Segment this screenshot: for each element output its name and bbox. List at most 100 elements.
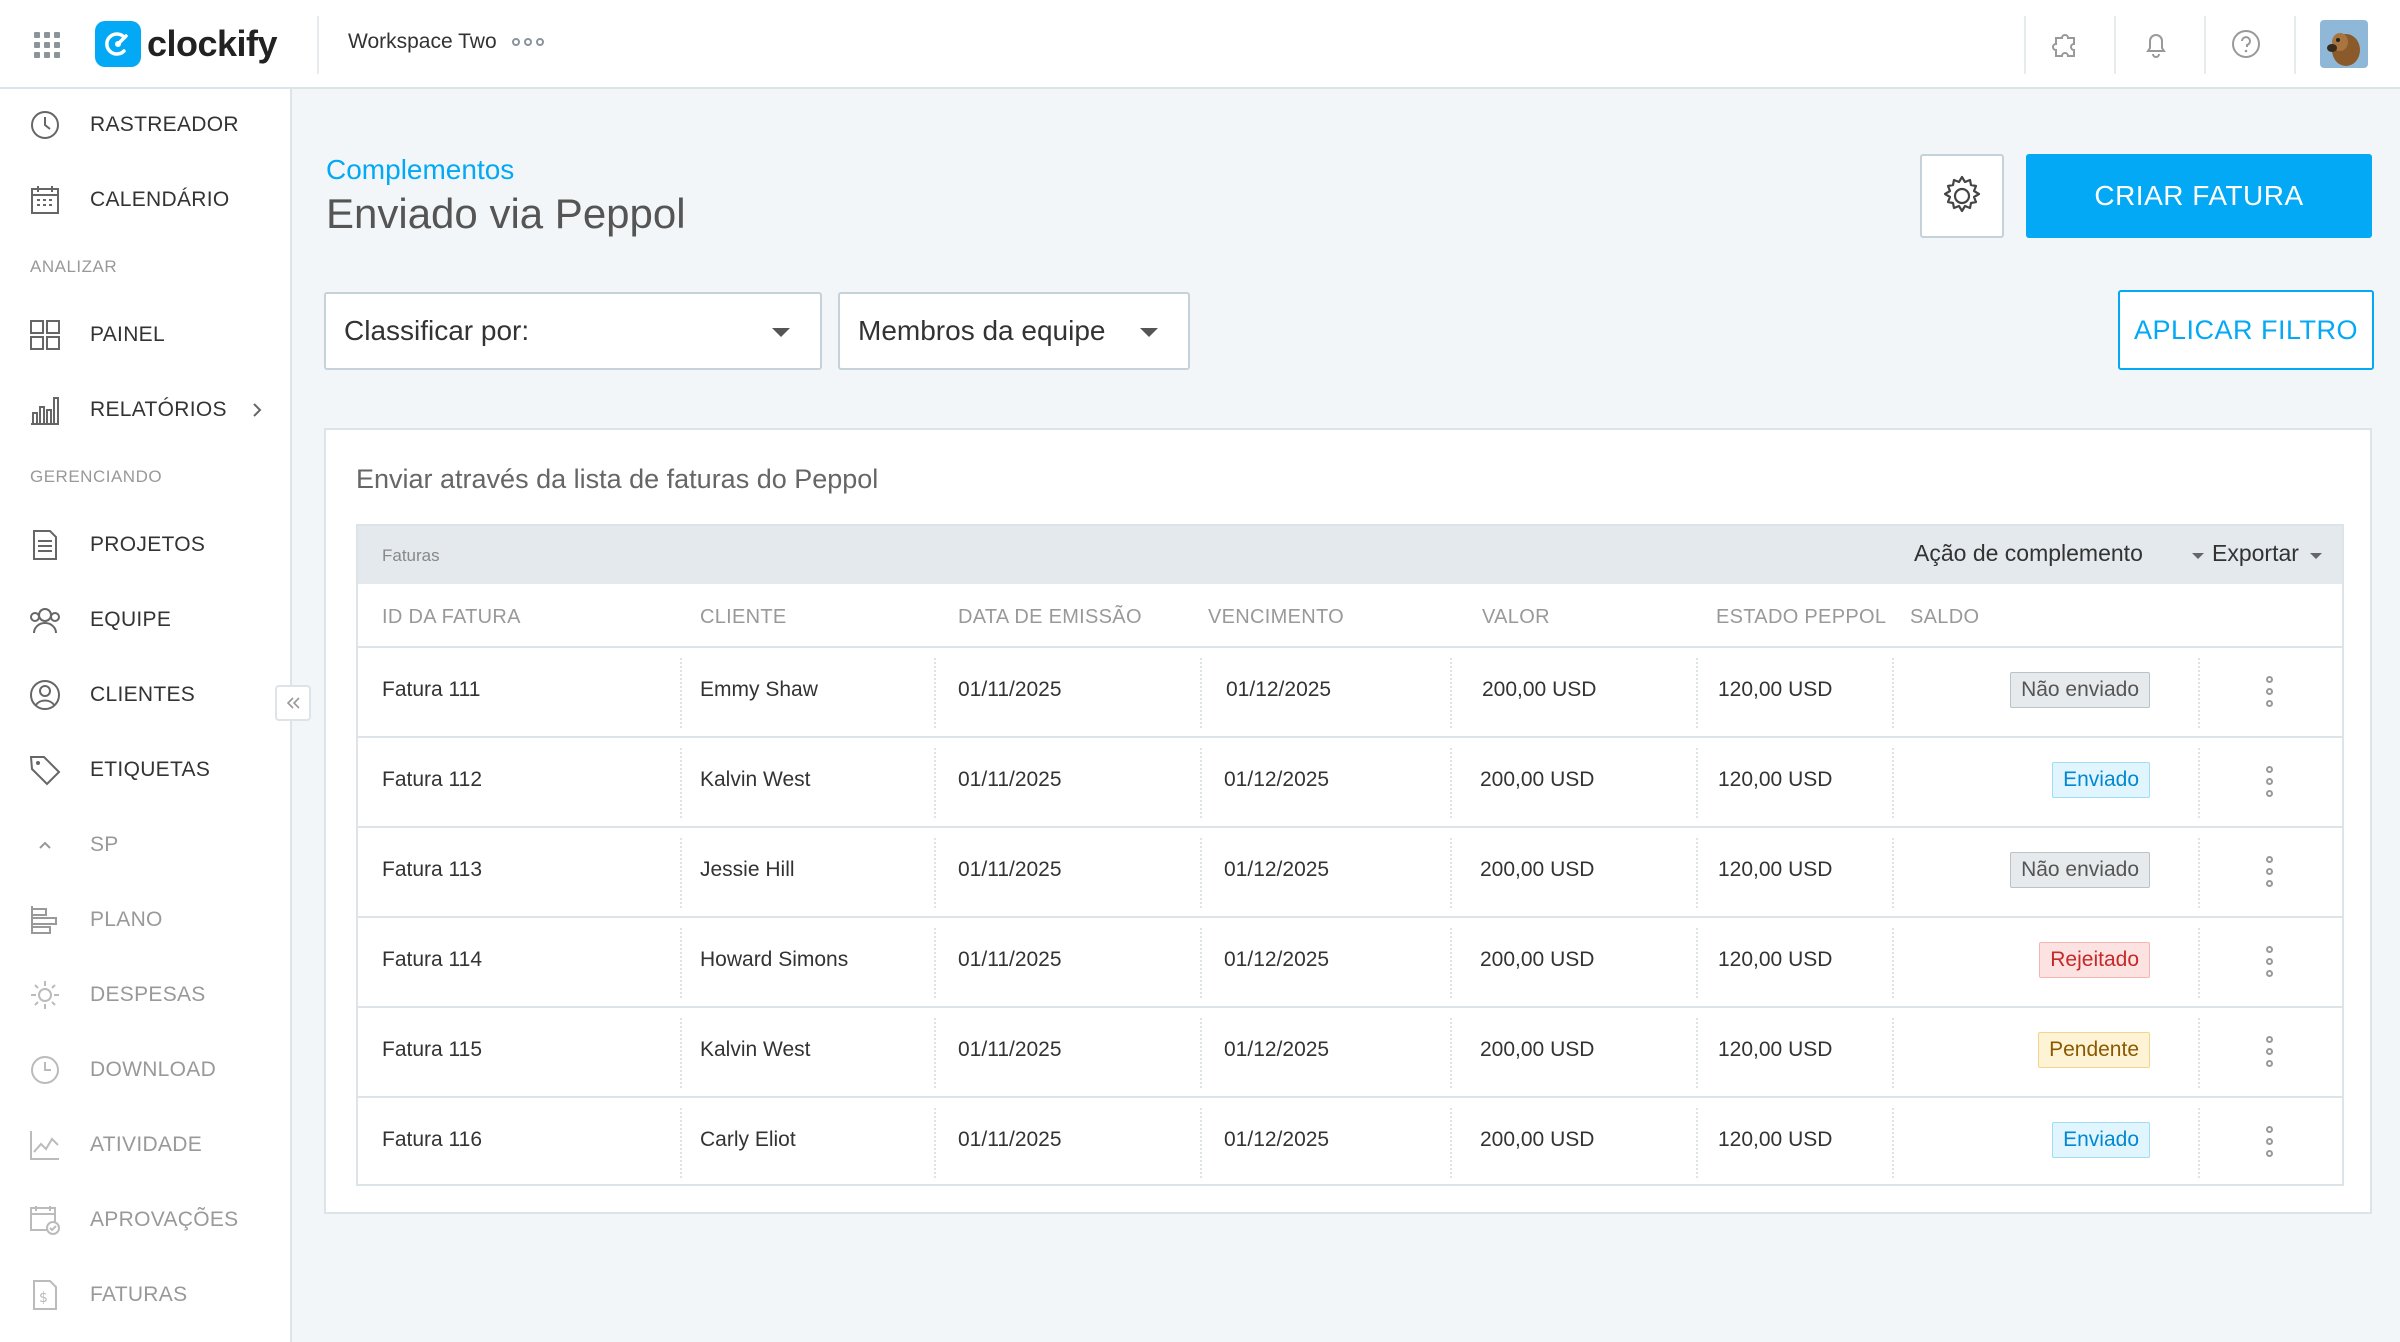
- due-date: 01/12/2025: [1224, 948, 1330, 971]
- row-menu-icon[interactable]: [2266, 766, 2274, 797]
- issue-date: 01/11/2025: [958, 948, 1062, 971]
- table-row[interactable]: Fatura 115 Kalvin West 01/11/2025 01/12/…: [358, 1006, 2342, 1096]
- sidebar-item-sp[interactable]: SP: [0, 815, 290, 875]
- sidebar-item-activity[interactable]: ATIVIDADE: [0, 1115, 290, 1175]
- amount: 200,00 USD: [1480, 768, 1595, 791]
- issue-date: 01/11/2025: [958, 1128, 1062, 1151]
- create-invoice-button[interactable]: CRIAR FATURA: [2026, 154, 2372, 238]
- chevron-up-icon: [39, 841, 51, 849]
- due-date: 01/12/2025: [1224, 768, 1330, 791]
- column-separator: [1200, 1108, 1202, 1178]
- sidebar-item-label: ATIVIDADE: [90, 1133, 202, 1156]
- row-menu-icon[interactable]: [2266, 676, 2274, 707]
- column-header-issue-date[interactable]: DATA DE EMISSÃO: [958, 606, 1142, 629]
- table-row[interactable]: Fatura 114 Howard Simons 01/11/2025 01/1…: [358, 916, 2342, 1006]
- sidebar-item-label: EQUIPE: [90, 608, 172, 631]
- sidebar-item-dashboard[interactable]: PAINEL: [0, 305, 290, 365]
- bell-icon[interactable]: [2138, 26, 2174, 62]
- row-menu-icon[interactable]: [2266, 856, 2274, 887]
- column-separator: [2198, 928, 2200, 998]
- sidebar-item-label: PROJETOS: [90, 533, 206, 556]
- column-header-balance[interactable]: SALDO: [1910, 606, 1979, 629]
- sort-by-select[interactable]: Classificar por:: [324, 292, 822, 370]
- sidebar-item-clients[interactable]: CLIENTES: [0, 665, 290, 725]
- column-separator: [1696, 658, 1698, 728]
- card-title: Enviar através da lista de faturas do Pe…: [356, 464, 879, 494]
- invoice-id[interactable]: Fatura 116: [382, 1128, 482, 1152]
- column-header-amount[interactable]: VALOR: [1482, 606, 1550, 629]
- bar-chart-icon: [31, 397, 59, 425]
- document-icon: [33, 530, 57, 560]
- column-separator: [1200, 658, 1202, 728]
- invoice-id[interactable]: Fatura 112: [382, 768, 482, 792]
- column-separator: [1892, 838, 1894, 908]
- caret-down-icon: [772, 328, 790, 337]
- column-header-client[interactable]: CLIENTE: [700, 606, 787, 629]
- workspace-menu-icon[interactable]: [512, 38, 544, 46]
- column-header-peppol-status[interactable]: ESTADO PEPPOL: [1716, 606, 1886, 629]
- sidebar-item-invoices[interactable]: $ FATURAS: [0, 1265, 290, 1325]
- collapse-sidebar-button[interactable]: [275, 685, 311, 721]
- clock-icon: [31, 111, 59, 139]
- invoice-id[interactable]: Fatura 114: [382, 948, 482, 972]
- status-badge: Enviado: [2052, 762, 2150, 798]
- settings-button[interactable]: [1920, 154, 2004, 238]
- row-menu-icon[interactable]: [2266, 1036, 2274, 1067]
- team-icon: [30, 608, 60, 634]
- team-members-select[interactable]: Membros da equipe: [838, 292, 1190, 370]
- column-separator: [680, 928, 682, 998]
- column-separator: [1200, 928, 1202, 998]
- export-menu[interactable]: Exportar: [2212, 540, 2299, 567]
- chevron-right-icon: [253, 403, 262, 417]
- sidebar-item-download[interactable]: DOWNLOAD: [0, 1040, 290, 1100]
- apply-filter-button[interactable]: APLICAR FILTRO: [2118, 290, 2374, 370]
- sidebar-item-calendar[interactable]: CALENDÁRIO: [0, 170, 290, 230]
- balance: 120,00 USD: [1718, 948, 1833, 971]
- issue-date: 01/11/2025: [958, 858, 1062, 881]
- invoice-id[interactable]: Fatura 111: [382, 678, 480, 702]
- balance: 120,00 USD: [1718, 768, 1833, 791]
- column-separator: [934, 1018, 936, 1088]
- column-header-invoice-id[interactable]: ID DA FATURA: [382, 606, 521, 629]
- sidebar-item-team[interactable]: EQUIPE: [0, 590, 290, 650]
- breadcrumb[interactable]: Complementos: [326, 154, 514, 186]
- divider: [2114, 16, 2116, 74]
- divider: [2204, 16, 2206, 74]
- sidebar-item-approvals[interactable]: APROVAÇÕES: [0, 1190, 290, 1250]
- sidebar-item-reports[interactable]: RELATÓRIOS: [0, 380, 290, 440]
- puzzle-icon[interactable]: [2048, 26, 2084, 62]
- column-separator: [1892, 1108, 1894, 1178]
- sidebar-item-plan[interactable]: PLANO: [0, 890, 290, 950]
- column-header-due-date[interactable]: VENCIMENTO: [1208, 606, 1344, 629]
- help-icon[interactable]: [2228, 26, 2264, 62]
- avatar[interactable]: [2320, 20, 2368, 68]
- column-separator: [934, 838, 936, 908]
- workspace-name[interactable]: Workspace Two: [348, 30, 497, 54]
- invoice-id[interactable]: Fatura 115: [382, 1038, 482, 1062]
- invoice-list-card: Enviar através da lista de faturas do Pe…: [324, 428, 2372, 1214]
- table-row[interactable]: Fatura 112 Kalvin West 01/11/2025 01/12/…: [358, 736, 2342, 826]
- logo[interactable]: clockify: [95, 21, 278, 67]
- sidebar: RASTREADOR CALENDÁRIO ANALIZAR PAINEL RE…: [0, 89, 292, 1342]
- invoice-id[interactable]: Fatura 113: [382, 858, 482, 882]
- due-date: 01/12/2025: [1224, 1128, 1330, 1151]
- table-row[interactable]: Fatura 111 Emmy Shaw 01/11/2025 01/12/20…: [358, 646, 2342, 736]
- row-menu-icon[interactable]: [2266, 946, 2274, 977]
- column-separator: [1450, 658, 1452, 728]
- sidebar-item-label: CLIENTES: [90, 683, 196, 706]
- addon-action-menu[interactable]: Ação de complemento: [1914, 540, 2143, 567]
- sidebar-item-expenses[interactable]: DESPESAS: [0, 965, 290, 1025]
- apps-grid-icon[interactable]: [34, 32, 60, 58]
- amount: 200,00 USD: [1482, 678, 1597, 701]
- sidebar-item-projects[interactable]: PROJETOS: [0, 515, 290, 575]
- balance: 120,00 USD: [1718, 678, 1833, 701]
- column-separator: [680, 1108, 682, 1178]
- column-separator: [1200, 748, 1202, 818]
- client-name: Kalvin West: [700, 768, 811, 791]
- sidebar-item-tags[interactable]: ETIQUETAS: [0, 740, 290, 800]
- sidebar-item-tracker[interactable]: RASTREADOR: [0, 95, 290, 155]
- amount: 200,00 USD: [1480, 948, 1595, 971]
- table-row[interactable]: Fatura 116 Carly Eliot 01/11/2025 01/12/…: [358, 1096, 2342, 1186]
- table-row[interactable]: Fatura 113 Jessie Hill 01/11/2025 01/12/…: [358, 826, 2342, 916]
- row-menu-icon[interactable]: [2266, 1126, 2274, 1157]
